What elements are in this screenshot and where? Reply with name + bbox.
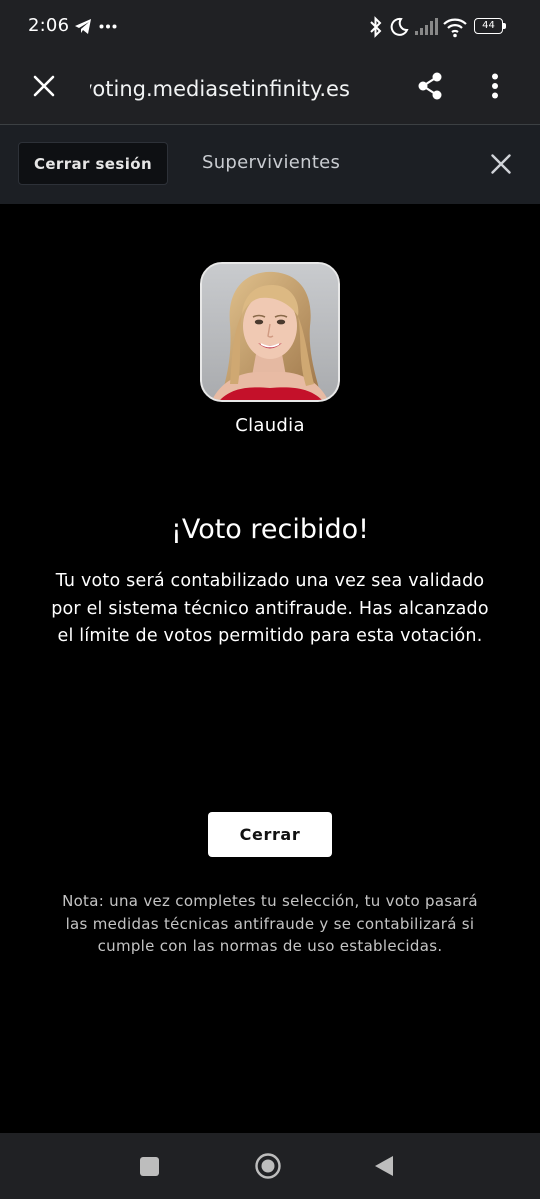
close-icon[interactable] (33, 75, 55, 97)
browser-toolbar: voting.mediasetinfinity.es (0, 54, 540, 124)
url-display[interactable]: voting.mediasetinfinity.es (90, 72, 390, 106)
status-bar: 2:06 44 (0, 0, 540, 54)
logout-button[interactable]: Cerrar sesión (18, 142, 168, 185)
candidate-avatar (200, 262, 340, 402)
battery-icon: 44 (474, 18, 508, 36)
candidate-photo (202, 264, 338, 400)
more-vert-icon[interactable] (491, 73, 499, 99)
candidate-name: Claudia (235, 415, 305, 436)
status-time: 2:06 (28, 15, 70, 36)
vote-message: Tu voto será contabilizado una vez sea v… (51, 571, 489, 646)
close-panel-icon[interactable] (491, 154, 511, 174)
antifraud-note: Nota: una vez completes tu selección, tu… (62, 892, 478, 955)
system-nav-bar (0, 1133, 540, 1199)
site-header: Cerrar sesión Supervivientes (0, 125, 540, 204)
back-icon[interactable] (373, 1155, 395, 1177)
share-icon[interactable] (416, 71, 444, 101)
home-icon[interactable] (254, 1152, 282, 1180)
recents-icon[interactable] (140, 1157, 159, 1176)
more-notifications-icon (99, 24, 117, 29)
battery-level: 44 (482, 20, 495, 31)
bluetooth-icon (370, 16, 382, 38)
section-title: Supervivientes (202, 152, 341, 173)
vote-received-title: ¡Voto recibido! (171, 514, 369, 545)
signal-icon (415, 18, 438, 35)
telegram-icon (75, 19, 91, 34)
close-button[interactable]: Cerrar (208, 812, 332, 857)
moon-icon (390, 17, 409, 36)
wifi-icon (443, 18, 467, 38)
